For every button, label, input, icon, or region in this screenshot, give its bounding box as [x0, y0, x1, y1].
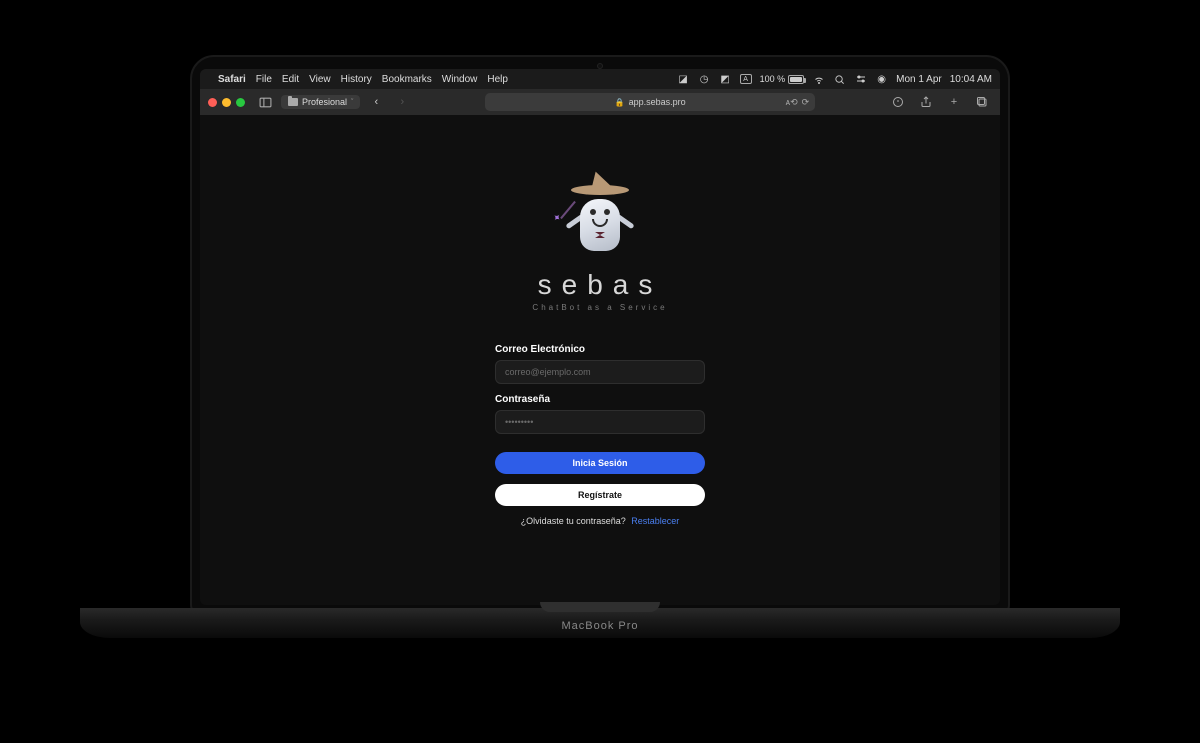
window-controls	[208, 98, 245, 107]
menu-file[interactable]: File	[256, 74, 272, 85]
translate-icon[interactable]: ᴀ⟲	[786, 97, 798, 108]
input-source-icon[interactable]: A	[740, 74, 752, 84]
login-form: Correo Electrónico Contraseña Inicia Ses…	[495, 334, 705, 526]
reset-link[interactable]: Restablecer	[631, 516, 679, 526]
logo-block: sebas ChatBot as a Service	[532, 175, 667, 312]
sidebar-toggle-icon[interactable]	[255, 93, 275, 111]
app-indicator-icon[interactable]: ◩	[719, 73, 732, 86]
battery-status[interactable]: 100 %	[760, 74, 805, 84]
control-center-icon[interactable]	[854, 73, 867, 86]
forward-button[interactable]: ›	[392, 93, 412, 111]
battery-percent-text: 100 %	[760, 74, 786, 84]
mascot-icon	[555, 175, 645, 265]
search-icon[interactable]	[833, 73, 846, 86]
laptop-brand-label: MacBook Pro	[561, 620, 638, 632]
menubar-time[interactable]: 10:04 AM	[950, 74, 992, 85]
new-tab-icon[interactable]: +	[944, 93, 964, 111]
brand-tagline: ChatBot as a Service	[532, 303, 667, 312]
minimize-window-button[interactable]	[222, 98, 231, 107]
fullscreen-window-button[interactable]	[236, 98, 245, 107]
password-input[interactable]	[495, 410, 705, 434]
lock-icon: 🔒	[615, 98, 625, 107]
password-label: Contraseña	[495, 394, 705, 405]
battery-icon	[788, 75, 804, 84]
tab-group-label: Profesional	[302, 97, 347, 107]
register-button[interactable]: Regístrate	[495, 484, 705, 506]
email-input[interactable]	[495, 360, 705, 384]
menu-edit[interactable]: Edit	[282, 74, 299, 85]
laptop-notch	[540, 602, 660, 612]
shield-icon[interactable]: ◪	[677, 73, 690, 86]
menubar-date[interactable]: Mon 1 Apr	[896, 74, 942, 85]
login-button[interactable]: Inicia Sesión	[495, 452, 705, 474]
menubar-app-name[interactable]: Safari	[218, 74, 246, 85]
screen: Safari File Edit View History Bookmarks …	[200, 69, 1000, 605]
tab-group-selector[interactable]: Profesional ˇ	[281, 95, 360, 109]
page-content: sebas ChatBot as a Service Correo Electr…	[200, 115, 1000, 605]
back-button[interactable]: ‹	[366, 93, 386, 111]
url-host-text: app.sebas.pro	[629, 97, 686, 107]
reload-icon[interactable]: ⟳	[802, 97, 810, 108]
privacy-report-icon[interactable]	[888, 93, 908, 111]
menu-bookmarks[interactable]: Bookmarks	[382, 74, 432, 85]
share-icon[interactable]	[916, 93, 936, 111]
menu-history[interactable]: History	[341, 74, 372, 85]
forgot-text: ¿Olvidaste tu contraseña?	[521, 516, 626, 526]
siri-icon[interactable]: ◉	[875, 73, 888, 86]
forgot-row: ¿Olvidaste tu contraseña? Restablecer	[495, 516, 705, 526]
menu-view[interactable]: View	[309, 74, 331, 85]
menu-help[interactable]: Help	[487, 74, 508, 85]
laptop-frame: Safari File Edit View History Bookmarks …	[190, 55, 1010, 615]
brand-name: sebas	[538, 269, 663, 301]
timer-icon[interactable]: ◷	[698, 73, 711, 86]
menu-window[interactable]: Window	[442, 74, 478, 85]
chevron-down-icon: ˇ	[351, 99, 353, 106]
wifi-icon[interactable]	[812, 73, 825, 86]
tabs-overview-icon[interactable]	[972, 93, 992, 111]
macos-menubar: Safari File Edit View History Bookmarks …	[200, 69, 1000, 89]
folder-icon	[288, 98, 298, 106]
address-bar[interactable]: 🔒 app.sebas.pro ᴀ⟲ ⟳	[485, 93, 815, 111]
browser-toolbar: Profesional ˇ ‹ › 🔒 app.sebas.pro ᴀ⟲ ⟳	[200, 89, 1000, 115]
email-label: Correo Electrónico	[495, 344, 705, 355]
close-window-button[interactable]	[208, 98, 217, 107]
